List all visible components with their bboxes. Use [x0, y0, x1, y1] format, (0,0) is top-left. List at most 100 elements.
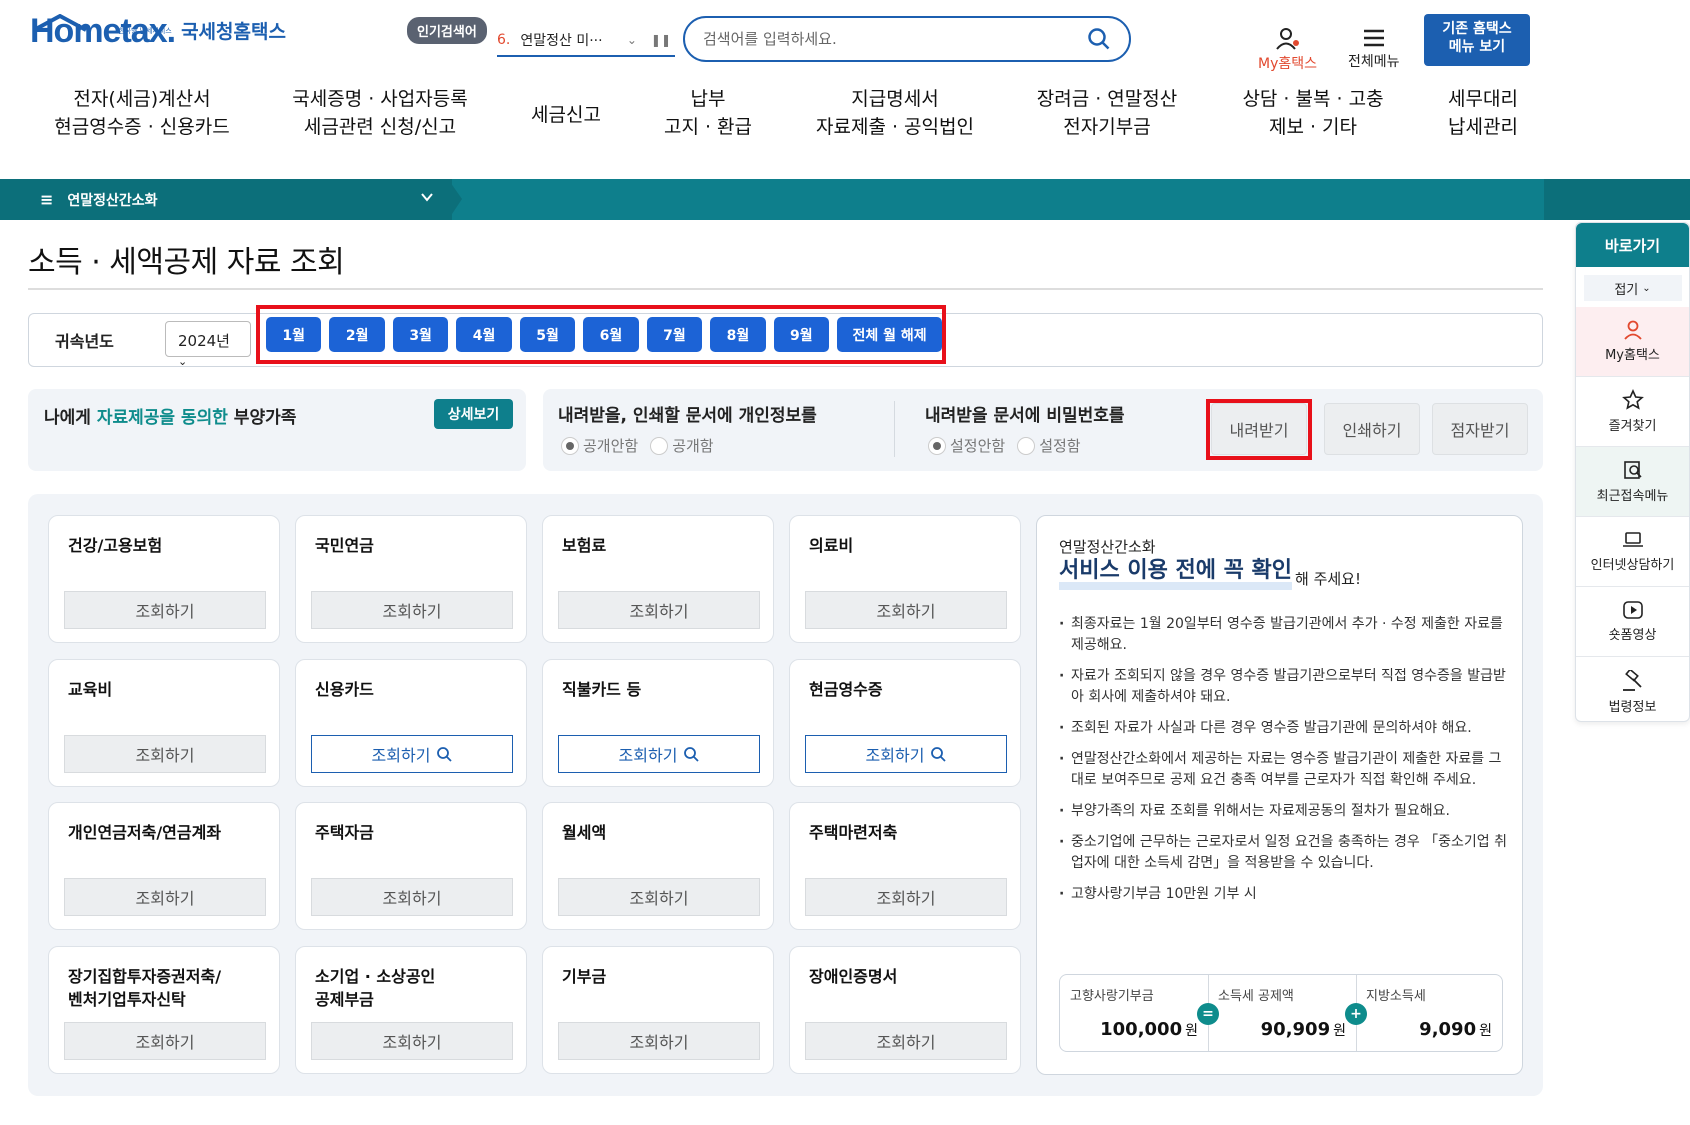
- query-button[interactable]: 조회하기: [558, 878, 760, 916]
- query-button[interactable]: 조회하기: [64, 1022, 266, 1060]
- pause-icon[interactable]: ❚❚: [651, 33, 671, 47]
- search-icon[interactable]: [1087, 27, 1111, 51]
- month-button-5[interactable]: 5월: [519, 317, 576, 352]
- query-button[interactable]: 조회하기: [311, 591, 513, 629]
- card-long-term-fund: 장기집합투자증권저축/벤처기업투자신탁 조회하기: [48, 946, 280, 1074]
- query-button[interactable]: 조회하기: [558, 1022, 760, 1060]
- query-button-active[interactable]: 조회하기: [805, 735, 1007, 773]
- query-button[interactable]: 조회하기: [311, 1022, 513, 1060]
- dependents-detail-button[interactable]: 상세보기: [434, 399, 513, 429]
- gnb-item-certificate[interactable]: 국세증명 · 사업자등록 세금관련 신청/신고: [288, 86, 472, 141]
- fold-button[interactable]: 접기 ⌄: [1583, 275, 1682, 301]
- quick-my-hometax[interactable]: My홈택스: [1576, 307, 1689, 377]
- month-buttons: 1월 2월 3월 4월 5월 6월 7월 8월 9월 전체 월 해제: [256, 305, 946, 364]
- month-button-9[interactable]: 9월: [773, 317, 830, 352]
- logo-korean: 국세청홈택스: [181, 21, 286, 43]
- year-select[interactable]: 2024년 ⌄: [165, 321, 251, 368]
- quick-links: 바로가기 접기 ⌄ My홈택스 즐겨찾기 최근접속메뉴 인터넷상담하기 숏폼영상 …: [1575, 222, 1690, 722]
- quick-short-video[interactable]: 숏폼영상: [1576, 587, 1689, 657]
- card-insurance: 보험료 조회하기: [542, 515, 774, 643]
- popular-search-select[interactable]: 6. 연말정산 미··· ⌄ ❚❚: [497, 25, 675, 57]
- all-menu-label: 전체메뉴: [1348, 54, 1400, 70]
- user-icon: [1275, 28, 1299, 50]
- card-credit-card: 신용카드 조회하기: [295, 659, 527, 787]
- gnb-item-payment[interactable]: 납부 고지 · 환급: [658, 86, 758, 141]
- month-button-4[interactable]: 4월: [456, 317, 512, 352]
- hometax-logo[interactable]: 한국형 납세서비스 Hometax. 국세청홈택스: [30, 14, 286, 48]
- password-radios: 설정안함 설정함: [928, 435, 1081, 456]
- search-icon: [437, 747, 453, 762]
- download-highlight: [1206, 399, 1312, 460]
- month-button-2[interactable]: 2월: [329, 317, 385, 352]
- month-button-8[interactable]: 8월: [710, 317, 766, 352]
- query-button[interactable]: 조회하기: [558, 591, 760, 629]
- gnb-item-consult[interactable]: 상담 · 불복 · 고충 제보 · 기타: [1236, 86, 1390, 141]
- personal-show-radio[interactable]: 공개함: [650, 435, 714, 456]
- card-pension-savings: 개인연금저축/연금계좌 조회하기: [48, 802, 280, 930]
- search-input[interactable]: [703, 30, 1087, 48]
- my-hometax-label: My홈택스: [1258, 56, 1318, 72]
- notice-item: 부양가족의 자료 조회를 위해서는 자료제공동의 절차가 필요해요.: [1059, 801, 1509, 822]
- query-button[interactable]: 조회하기: [805, 878, 1007, 916]
- quick-recent-menu[interactable]: 최근접속메뉴: [1576, 447, 1689, 517]
- popular-rank: 6.: [497, 32, 511, 48]
- sub-nav-bar: ≡ 연말정산간소화: [0, 179, 1690, 220]
- gnb-item-agent[interactable]: 세무대리 납세관리: [1440, 86, 1526, 141]
- personal-hide-radio[interactable]: 공개안함: [561, 435, 638, 456]
- subbar-menu[interactable]: ≡ 연말정산간소화: [0, 179, 452, 220]
- all-menu-button[interactable]: 전체메뉴: [1348, 28, 1400, 71]
- query-button-active[interactable]: 조회하기: [311, 735, 513, 773]
- hamburger-icon: [1363, 29, 1384, 47]
- password-on-radio[interactable]: 설정함: [1017, 435, 1081, 456]
- notice-item: 고향사랑기부금 10만원 기부 시: [1059, 884, 1509, 905]
- query-button[interactable]: 조회하기: [64, 591, 266, 629]
- quick-favorites[interactable]: 즐겨찾기: [1576, 377, 1689, 447]
- donation-calculation: 고향사랑기부금 100,000 원 = 소득세 공제액 90,909 원 + 지방소…: [1059, 974, 1503, 1052]
- month-button-6[interactable]: 6월: [583, 317, 639, 352]
- calc-local-tax: 지방소득세 9,090 원: [1366, 989, 1492, 1040]
- query-button[interactable]: 조회하기: [64, 878, 266, 916]
- print-button[interactable]: 인쇄하기: [1324, 403, 1420, 455]
- search-box: [683, 16, 1131, 62]
- query-button[interactable]: 조회하기: [805, 591, 1007, 629]
- password-question: 내려받을 문서에 비밀번호를: [925, 406, 1125, 426]
- gnb-item-year-end[interactable]: 장려금 · 연말정산 전자기부금: [1030, 86, 1184, 141]
- card-medical: 의료비 조회하기: [789, 515, 1021, 643]
- quick-online-consult[interactable]: 인터넷상담하기: [1576, 517, 1689, 587]
- notice-title-suffix: 해 주세요!: [1295, 570, 1361, 588]
- month-button-3[interactable]: 3월: [392, 317, 449, 352]
- braille-button[interactable]: 점자받기: [1432, 403, 1528, 455]
- title-divider: [28, 288, 1543, 290]
- month-button-7[interactable]: 7월: [646, 317, 703, 352]
- notice-panel: 연말정산간소화 서비스 이용 전에 꼭 확인 해 주세요! 최종자료는 1월 2…: [1036, 515, 1523, 1075]
- clear-all-months-button[interactable]: 전체 월 해제: [837, 317, 943, 352]
- card-donation: 기부금 조회하기: [542, 946, 774, 1074]
- personal-info-radios: 공개안함 공개함: [561, 435, 714, 456]
- subbar-arrow: [448, 179, 462, 220]
- chevron-down-icon[interactable]: ⌄: [627, 33, 637, 47]
- gnb-item-tax-return[interactable]: 세금신고: [524, 102, 608, 130]
- logo-wordmark: Hometax.: [30, 12, 176, 50]
- notice-item: 자료가 조회되지 않을 경우 영수증 발급기관으로부터 직접 영수증을 발급받아…: [1059, 666, 1509, 708]
- notice-item: 최종자료는 1월 20일부터 영수증 발급기관에서 추가 · 수정 제출한 자료…: [1059, 614, 1509, 656]
- card-disability-cert: 장애인증명서 조회하기: [789, 946, 1021, 1074]
- search-icon: [931, 747, 947, 762]
- query-button[interactable]: 조회하기: [805, 1022, 1007, 1060]
- my-hometax-button[interactable]: My홈택스: [1258, 28, 1317, 73]
- query-button[interactable]: 조회하기: [64, 735, 266, 773]
- chevron-down-icon: [421, 193, 433, 202]
- legacy-menu-button[interactable]: 기존 홈택스 메뉴 보기: [1424, 14, 1530, 66]
- gnb-item-etax[interactable]: 전자(세금)계산서 현금영수증 · 신용카드: [52, 86, 232, 141]
- query-button-active[interactable]: 조회하기: [558, 735, 760, 773]
- subbar-label: 연말정산간소화: [67, 192, 158, 209]
- legacy-line2: 메뉴 보기: [1448, 39, 1506, 56]
- notice-list: 최종자료는 1월 20일부터 영수증 발급기관에서 추가 · 수정 제출한 자료…: [1059, 614, 1509, 915]
- query-button[interactable]: 조회하기: [311, 878, 513, 916]
- month-button-1[interactable]: 1월: [266, 317, 322, 352]
- quick-law-info[interactable]: 법령정보: [1576, 657, 1689, 727]
- personal-info-question: 내려받을, 인쇄할 문서에 개인정보를: [558, 406, 817, 426]
- card-monthly-rent: 월세액 조회하기: [542, 802, 774, 930]
- password-off-radio[interactable]: 설정안함: [928, 435, 1005, 456]
- notice-title: 서비스 이용 전에 꼭 확인: [1059, 560, 1293, 590]
- gnb-item-statement[interactable]: 지급명세서 자료제출 · 공익법인: [810, 86, 980, 141]
